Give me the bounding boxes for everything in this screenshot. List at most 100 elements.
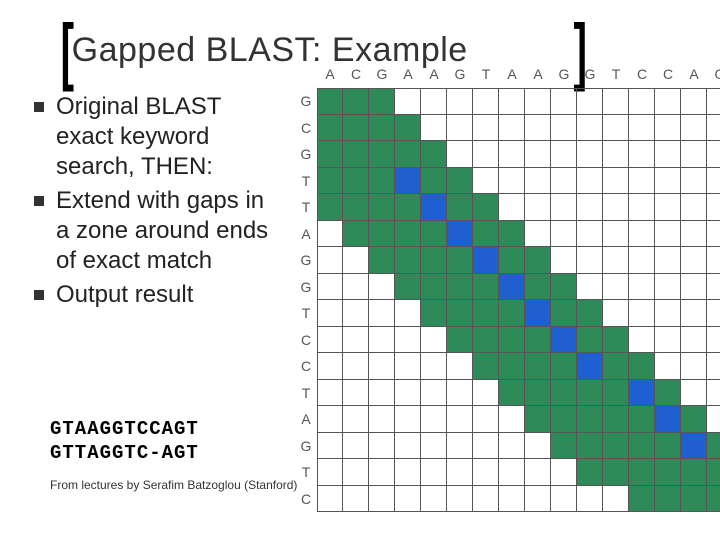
- grid-cell: [369, 486, 395, 513]
- grid-cell: [447, 300, 473, 327]
- grid-cell: [395, 353, 421, 380]
- grid-cell: [577, 327, 603, 354]
- open-bracket-icon: [: [61, 25, 75, 77]
- axis-label: T: [299, 168, 313, 195]
- grid-cell: [395, 141, 421, 168]
- grid-cell: [525, 221, 551, 248]
- grid-cell: [499, 353, 525, 380]
- grid-cell: [473, 115, 499, 142]
- grid-cell: [655, 406, 681, 433]
- bullet-item: Extend with gaps in a zone around ends o…: [34, 186, 280, 276]
- grid-cell: [499, 327, 525, 354]
- grid-cell: [395, 300, 421, 327]
- grid-cell: [369, 194, 395, 221]
- axis-label: G: [299, 141, 313, 168]
- grid-cell: [343, 247, 369, 274]
- grid-cell: [577, 194, 603, 221]
- sequence-line: GTAAGGTCCAGT: [50, 418, 199, 442]
- dp-grid: [317, 88, 720, 512]
- grid-cell: [551, 433, 577, 460]
- grid-cell: [681, 168, 707, 195]
- grid-cell: [629, 141, 655, 168]
- grid-cell: [525, 141, 551, 168]
- grid-cell: [655, 274, 681, 301]
- grid-cell: [655, 168, 681, 195]
- axis-label: T: [299, 380, 313, 407]
- grid-cell: [525, 406, 551, 433]
- grid-cell: [369, 88, 395, 115]
- grid-cell: [395, 433, 421, 460]
- top-axis-labels: ACGAAGTAAGGTCCAG: [317, 66, 720, 82]
- grid-cell: [343, 88, 369, 115]
- grid-cell: [421, 194, 447, 221]
- grid-cell: [343, 168, 369, 195]
- grid-cell: [525, 194, 551, 221]
- bullet-list: Original BLAST exact keyword search, THE…: [0, 92, 280, 314]
- grid-cell: [343, 141, 369, 168]
- grid-cell: [473, 247, 499, 274]
- grid-cell: [577, 353, 603, 380]
- grid-cell: [447, 194, 473, 221]
- grid-cell: [707, 406, 720, 433]
- grid-cell: [525, 274, 551, 301]
- grid-cell: [447, 353, 473, 380]
- grid-cell: [577, 459, 603, 486]
- left-axis-labels: CTGATCCTGGATTGCG: [299, 88, 313, 512]
- credit-text: From lectures by Serafim Batzoglou (Stan…: [50, 478, 297, 492]
- grid-cell: [681, 247, 707, 274]
- axis-label: T: [603, 66, 629, 82]
- grid-cell: [421, 486, 447, 513]
- grid-cell: [369, 380, 395, 407]
- grid-cell: [499, 459, 525, 486]
- axis-label: G: [299, 274, 313, 301]
- grid-cell: [681, 115, 707, 142]
- slide-title: Gapped BLAST: Example: [72, 31, 468, 70]
- grid-cell: [395, 247, 421, 274]
- grid-cell: [655, 459, 681, 486]
- grid-cell: [343, 274, 369, 301]
- grid-cell: [655, 486, 681, 513]
- grid-cell: [369, 168, 395, 195]
- slide: [ Gapped BLAST: Example ] Original BLAST…: [0, 0, 720, 540]
- grid-cell: [551, 353, 577, 380]
- grid-cell: [603, 168, 629, 195]
- grid-cell: [603, 115, 629, 142]
- bullet-text: Extend with gaps in a zone around ends o…: [56, 186, 280, 276]
- grid-cell: [603, 459, 629, 486]
- grid-cell: [551, 168, 577, 195]
- grid-cell: [681, 274, 707, 301]
- bullet-item: Original BLAST exact keyword search, THE…: [34, 92, 280, 182]
- grid-cell: [369, 406, 395, 433]
- bullet-square-icon: [34, 102, 44, 112]
- grid-cell: [499, 221, 525, 248]
- grid-cell: [343, 380, 369, 407]
- grid-cell: [421, 406, 447, 433]
- grid-cell: [447, 274, 473, 301]
- grid-cell: [603, 274, 629, 301]
- grid-cell: [317, 486, 343, 513]
- axis-label: G: [447, 66, 473, 82]
- grid-cell: [707, 141, 720, 168]
- grid-cell: [707, 327, 720, 354]
- grid-cell: [681, 88, 707, 115]
- grid-cell: [473, 194, 499, 221]
- grid-cell: [551, 247, 577, 274]
- grid-cell: [343, 486, 369, 513]
- grid-cell: [629, 406, 655, 433]
- grid-cell: [707, 168, 720, 195]
- axis-label: C: [299, 486, 313, 513]
- grid-cell: [473, 433, 499, 460]
- grid-cell: [343, 406, 369, 433]
- grid-cell: [525, 433, 551, 460]
- grid-cell: [369, 433, 395, 460]
- axis-label: C: [299, 327, 313, 354]
- grid-cell: [499, 406, 525, 433]
- grid-cell: [551, 327, 577, 354]
- grid-cell: [343, 300, 369, 327]
- grid-cell: [317, 353, 343, 380]
- grid-cell: [343, 221, 369, 248]
- grid-cell: [499, 247, 525, 274]
- grid-cell: [473, 88, 499, 115]
- grid-cell: [343, 194, 369, 221]
- grid-cell: [707, 486, 720, 513]
